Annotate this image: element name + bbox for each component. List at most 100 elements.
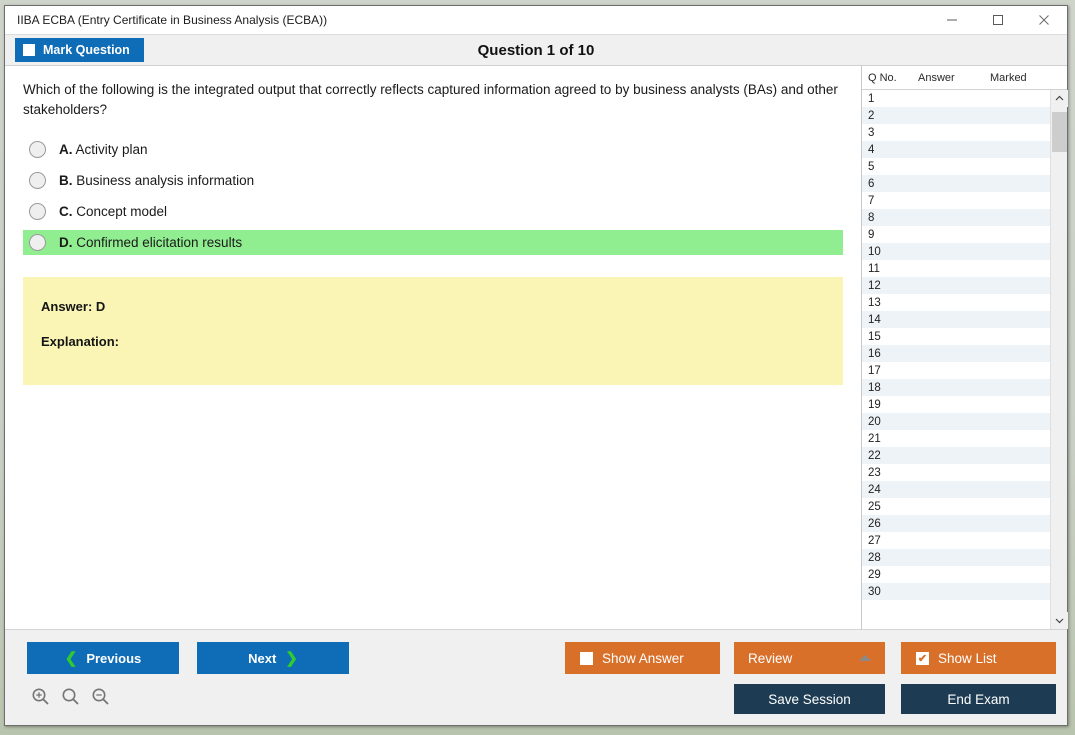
answer-option-label: C. Concept model [59,204,168,220]
answer-option-a[interactable]: A. Activity plan [23,137,843,162]
radio-button-icon[interactable] [29,141,46,159]
question-list-scrollbar[interactable] [1050,90,1068,629]
close-glyph [1039,14,1049,25]
show-list-label: Show List [938,650,997,666]
question-list-row[interactable]: 13 [862,294,1050,311]
question-list-row[interactable]: 11 [862,260,1050,277]
minimize-icon[interactable] [929,6,975,34]
question-list-number: 2 [868,109,875,122]
answer-option-label: B. Business analysis information [59,173,255,189]
next-button-label: Next [248,650,277,666]
question-list-number: 21 [868,432,881,445]
previous-button[interactable]: ❮ Previous [27,642,179,674]
question-list-row[interactable]: 27 [862,532,1050,549]
zoom-out-icon[interactable] [91,687,110,711]
question-list-pane: Q No. Answer Marked 1 2 3 4 5 6 7 8 9 10 11 12 13 14 1… [861,66,1068,629]
show-answer-checkbox-icon [580,651,593,665]
mark-question-checkbox-icon [23,44,35,56]
show-answer-button[interactable]: Show Answer [565,642,720,674]
question-list-row[interactable]: 3 [862,124,1050,141]
answer-option-d[interactable]: D. Confirmed elicitation results [23,230,843,256]
question-list-number: 19 [868,398,881,411]
answer-option-c[interactable]: C. Concept model [23,199,843,224]
maximize-icon[interactable] [975,6,1021,34]
question-list-number: 1 [868,92,875,105]
question-list-row[interactable]: 9 [862,226,1050,243]
mark-question-button[interactable]: Mark Question [15,38,144,62]
question-list-row[interactable]: 10 [862,243,1050,260]
question-list-body: 1 2 3 4 5 6 7 8 9 10 11 12 13 14 15 16 17 18 19 20 21 22 23 24 2… [862,90,1068,629]
question-list-row[interactable]: 29 [862,566,1050,583]
question-list-number: 20 [868,415,881,428]
question-list-row[interactable]: 12 [862,277,1050,294]
question-list-row[interactable]: 1 [862,90,1050,107]
answer-explanation-panel: Answer: D Explanation: [23,277,843,386]
question-header-bar: Mark Question Question 1 of 10 [5,34,1067,66]
scroll-down-arrow-icon[interactable] [1051,612,1068,629]
end-exam-button[interactable]: End Exam [901,684,1056,714]
question-list-row[interactable]: 20 [862,413,1050,430]
window-title-text: IIBA ECBA (Entry Certificate in Business… [17,12,328,27]
zoom-reset-icon[interactable] [61,687,80,711]
save-session-button[interactable]: Save Session [734,684,885,714]
question-list-row[interactable]: 26 [862,515,1050,532]
previous-button-label: Previous [86,650,142,666]
question-list-row[interactable]: 17 [862,362,1050,379]
show-answer-label: Show Answer [602,650,684,666]
question-list-row[interactable]: 6 [862,175,1050,192]
question-list-row[interactable]: 4 [862,141,1050,158]
question-list-row[interactable]: 23 [862,464,1050,481]
radio-button-icon[interactable] [29,172,46,190]
question-list-number: 8 [868,211,875,224]
question-list-number: 15 [868,330,881,343]
question-list-number: 4 [868,143,875,156]
scrollbar-thumb[interactable] [1052,112,1067,152]
question-list-row[interactable]: 18 [862,379,1050,396]
question-list-number: 24 [868,483,881,496]
scroll-up-arrow-icon[interactable] [1051,90,1068,107]
question-list-row[interactable]: 14 [862,311,1050,328]
question-list-number: 23 [868,466,881,479]
question-list-number: 9 [868,228,875,241]
show-list-button[interactable]: ✔ Show List [901,642,1056,674]
question-list-number: 26 [868,517,881,530]
chevron-up-icon [1055,95,1064,101]
save-session-label: Save Session [768,691,851,707]
question-list-row[interactable]: 25 [862,498,1050,515]
question-list-number: 3 [868,126,875,139]
next-button[interactable]: Next ❯ [197,642,349,674]
question-list-row[interactable]: 19 [862,396,1050,413]
column-header-answer: Answer [918,71,955,84]
question-list-row[interactable]: 16 [862,345,1050,362]
zoom-in-icon[interactable] [31,687,50,711]
chevron-down-icon [1055,618,1064,624]
close-icon[interactable] [1021,6,1067,34]
question-list-number: 27 [868,534,881,547]
question-list-row[interactable]: 24 [862,481,1050,498]
question-list-rows: 1 2 3 4 5 6 7 8 9 10 11 12 13 14 15 16 17 18 19 20 21 22 23 24 2… [862,90,1050,629]
question-list-row[interactable]: 28 [862,549,1050,566]
radio-button-icon[interactable] [29,234,46,252]
question-list-row[interactable]: 30 [862,583,1050,600]
radio-button-icon[interactable] [29,203,46,221]
question-list-number: 12 [868,279,881,292]
review-dropdown-button[interactable]: Review [734,642,885,674]
checkmark-glyph: ✔ [917,652,928,665]
question-list-row[interactable]: 22 [862,447,1050,464]
question-list-row[interactable]: 5 [862,158,1050,175]
mark-question-label: Mark Question [43,43,130,57]
answer-option-letter: D. [59,235,73,251]
answer-option-b[interactable]: B. Business analysis information [23,168,843,193]
question-list-number: 30 [868,585,881,598]
question-pane: Which of the following is the integrated… [5,66,861,629]
answer-option-label: A. Activity plan [59,142,148,158]
minimize-glyph [947,19,957,20]
question-list-row[interactable]: 8 [862,209,1050,226]
question-list-row[interactable]: 15 [862,328,1050,345]
question-list-row[interactable]: 2 [862,107,1050,124]
question-list-header: Q No. Answer Marked [862,66,1067,90]
question-list-number: 18 [868,381,881,394]
question-list-row[interactable]: 7 [862,192,1050,209]
question-list-row[interactable]: 21 [862,430,1050,447]
question-list-number: 13 [868,296,881,309]
